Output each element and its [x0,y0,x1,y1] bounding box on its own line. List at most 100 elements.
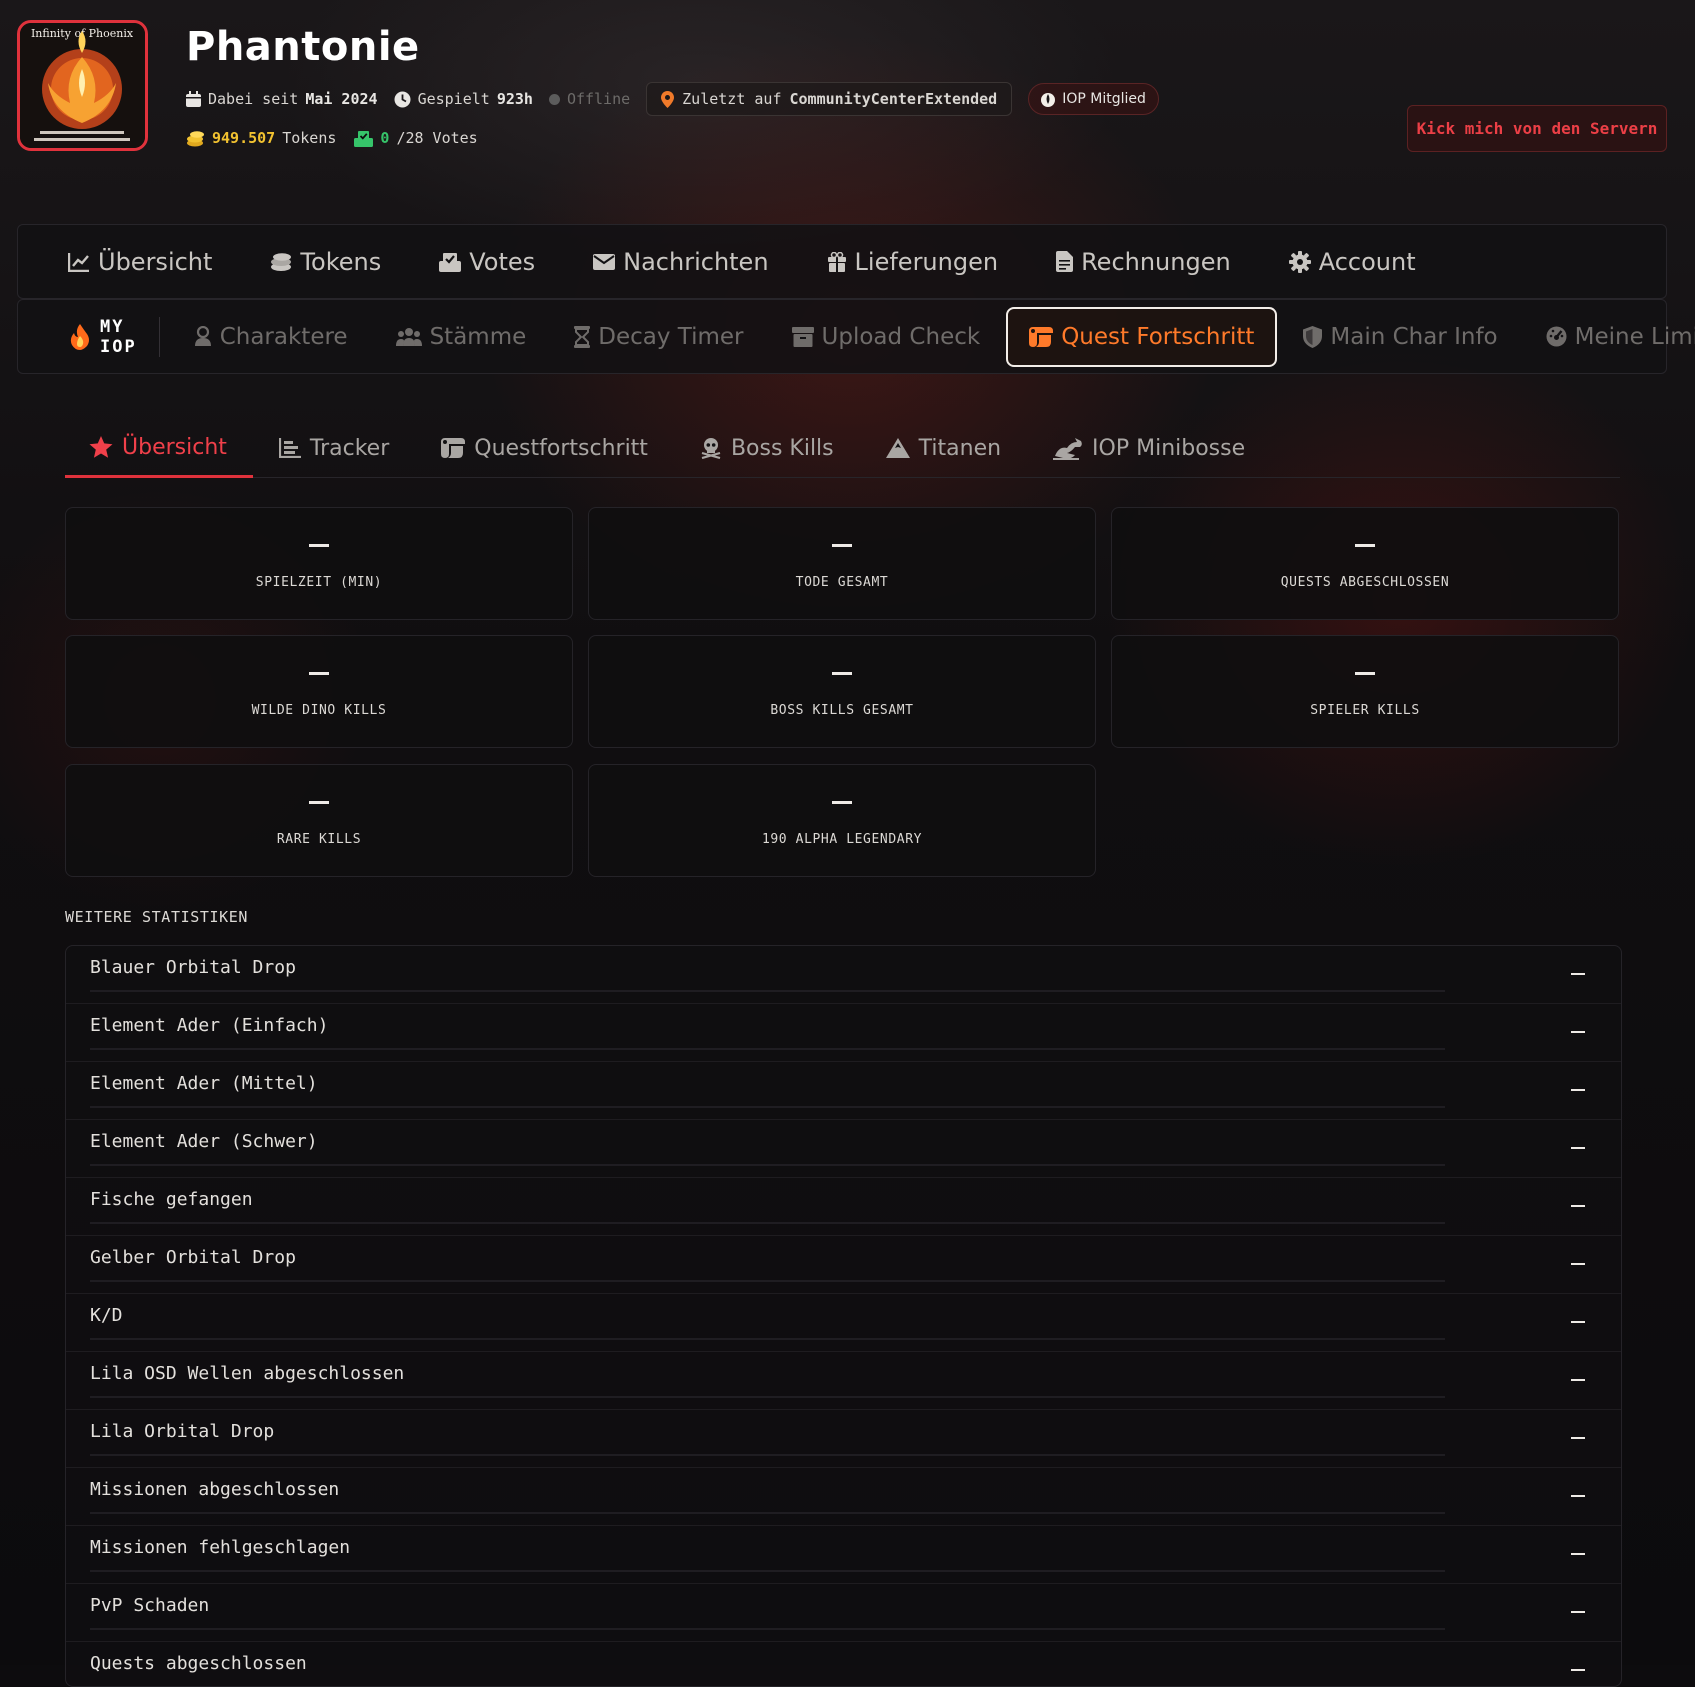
nav-item-nachrichten[interactable]: Nachrichten [593,248,769,276]
votes-suffix: /28 Votes [396,129,478,147]
stat-card-value [832,543,852,547]
nav-item-quest-fortschritt[interactable]: Quest Fortschritt [1006,306,1278,367]
envelope-icon [593,253,616,271]
flame-icon [1041,91,1056,107]
list-item: Blauer Orbital Drop [66,946,1621,1004]
stat-card-rare-kills: RARE KILLS [65,764,573,877]
kick-from-servers-button[interactable]: Kick mich von den Servern [1407,105,1667,152]
nav-item-label: Lieferungen [854,247,999,276]
playtime: Gespielt 923h [394,90,533,108]
stat-name: Quests abgeschlossen [90,1653,307,1674]
star-icon [89,436,113,459]
stat-name: Gelber Orbital Drop [90,1247,296,1268]
tab-label: Questfortschritt [474,435,648,461]
location-pin-icon [661,90,675,108]
tab-titanen[interactable]: Titanen [860,420,1027,476]
gauge-icon [1546,326,1567,347]
hourglass-icon [574,325,591,348]
stat-value [1571,1379,1585,1381]
nav-item-label: Charaktere [219,323,348,350]
stat-value [1571,1669,1585,1671]
nav-item-votes[interactable]: Votes [439,248,535,276]
tab-uebersicht[interactable]: Übersicht [65,420,253,478]
calendar-icon [186,91,201,107]
users-icon [395,327,422,347]
invoice-icon [1056,251,1074,272]
list-item: Fische gefangen [66,1178,1621,1236]
bars-icon [278,438,301,458]
currency-row: 949.507 Tokens 0 /28 Votes [186,124,478,152]
stat-card-alpha-legendary: 190 ALPHA LEGENDARY [588,764,1096,877]
nav-item-upload-check[interactable]: Upload Check [791,324,980,350]
tab-tracker[interactable]: Tracker [253,420,415,476]
nav-item-lieferungen[interactable]: Lieferungen [827,247,999,276]
my-iop-brand[interactable]: MY IOP [70,316,160,357]
clock-icon [394,91,411,108]
tab-boss-kills[interactable]: Boss Kills [674,420,860,476]
stat-card-value [1355,671,1375,675]
nav-item-uebersicht[interactable]: Übersicht [68,248,212,276]
stat-card-label: SPIELZEIT (MIN) [255,574,383,590]
scroll-icon [441,438,466,458]
nav-item-label: Stämme [429,323,527,350]
stat-progress-track [90,1222,1445,1224]
user-icon [194,326,212,347]
stat-name: Lila Orbital Drop [90,1421,275,1442]
stat-card-quests: QUESTS ABGESCHLOSSEN [1111,507,1619,620]
member-badge: IOP Mitglied [1028,83,1159,115]
chart-line-icon [68,252,90,272]
member-since-label: Dabei seit [208,90,299,108]
list-item: Lila Orbital Drop [66,1410,1621,1468]
stat-value [1571,1089,1585,1091]
nav-item-label: Übersicht [98,247,213,276]
tab-label: Boss Kills [730,435,834,461]
stat-card-label: SPIELER KILLS [1310,702,1420,718]
mountain-icon [885,438,910,458]
nav-item-meine-limits[interactable]: Meine Limits [1546,324,1695,350]
coins-icon [186,130,205,147]
stat-card-boss-kills: BOSS KILLS GESAMT [588,635,1096,748]
tab-questfortschritt[interactable]: Questfortschritt [415,420,674,476]
member-since-value: Mai 2024 [305,90,378,108]
tab-iop-minibosse[interactable]: IOP Minibosse [1027,420,1271,476]
stat-value [1571,1611,1585,1613]
stat-name: Element Ader (Mittel) [90,1073,318,1094]
stat-card-value [309,543,329,547]
vote-box-icon [354,130,374,147]
votes-count: 0 /28 Votes [354,129,478,147]
my-iop-nav: MY IOP Charaktere Stämme Decay Timer Upl… [17,299,1695,374]
stat-value [1571,1321,1585,1323]
nav-item-main-char-info[interactable]: Main Char Info [1303,323,1498,350]
nav-item-label: Main Char Info [1330,323,1498,350]
stat-name: Element Ader (Einfach) [90,1015,329,1036]
stat-card-label: QUESTS ABGESCHLOSSEN [1280,574,1450,590]
coins-icon [270,252,292,272]
last-seen-server: CommunityCenterExtended [789,90,998,108]
stat-value [1571,1553,1585,1555]
last-seen-pill: Zuletzt auf CommunityCenterExtended [646,82,1013,116]
nav-item-tokens[interactable]: Tokens [270,248,381,276]
tab-label: Übersicht [122,435,227,460]
member-since: Dabei seit Mai 2024 [186,90,378,108]
stat-card-label: WILDE DINO KILLS [251,702,387,718]
section-title-weitere-statistiken: WEITERE STATISTIKEN [65,908,248,926]
nav-item-charaktere[interactable]: Charaktere [194,324,348,350]
nav-item-label: Tokens [300,247,382,276]
nav-item-staemme[interactable]: Stämme [395,323,527,350]
archive-icon [791,326,814,347]
nav-item-decay-timer[interactable]: Decay Timer [574,324,744,350]
nav-item-label: Votes [469,247,536,276]
stat-progress-track [90,1628,1445,1630]
nav-item-account[interactable]: Account [1288,248,1416,276]
stat-progress-track [90,1048,1445,1050]
stat-card-spielzeit: SPIELZEIT (MIN) [65,507,573,620]
stat-name: Fische gefangen [90,1189,253,1210]
tokens-balance: 949.507 Tokens [186,129,336,147]
stat-value [1571,1205,1585,1207]
stat-name: Lila OSD Wellen abgeschlossen [90,1363,405,1384]
tab-label: IOP Minibosse [1092,435,1246,461]
stat-name: PvP Schaden [90,1595,210,1616]
further-stats-list: Blauer Orbital Drop Element Ader (Einfac… [65,945,1622,1687]
list-item: K/D [66,1294,1621,1352]
nav-item-rechnungen[interactable]: Rechnungen [1056,248,1231,276]
